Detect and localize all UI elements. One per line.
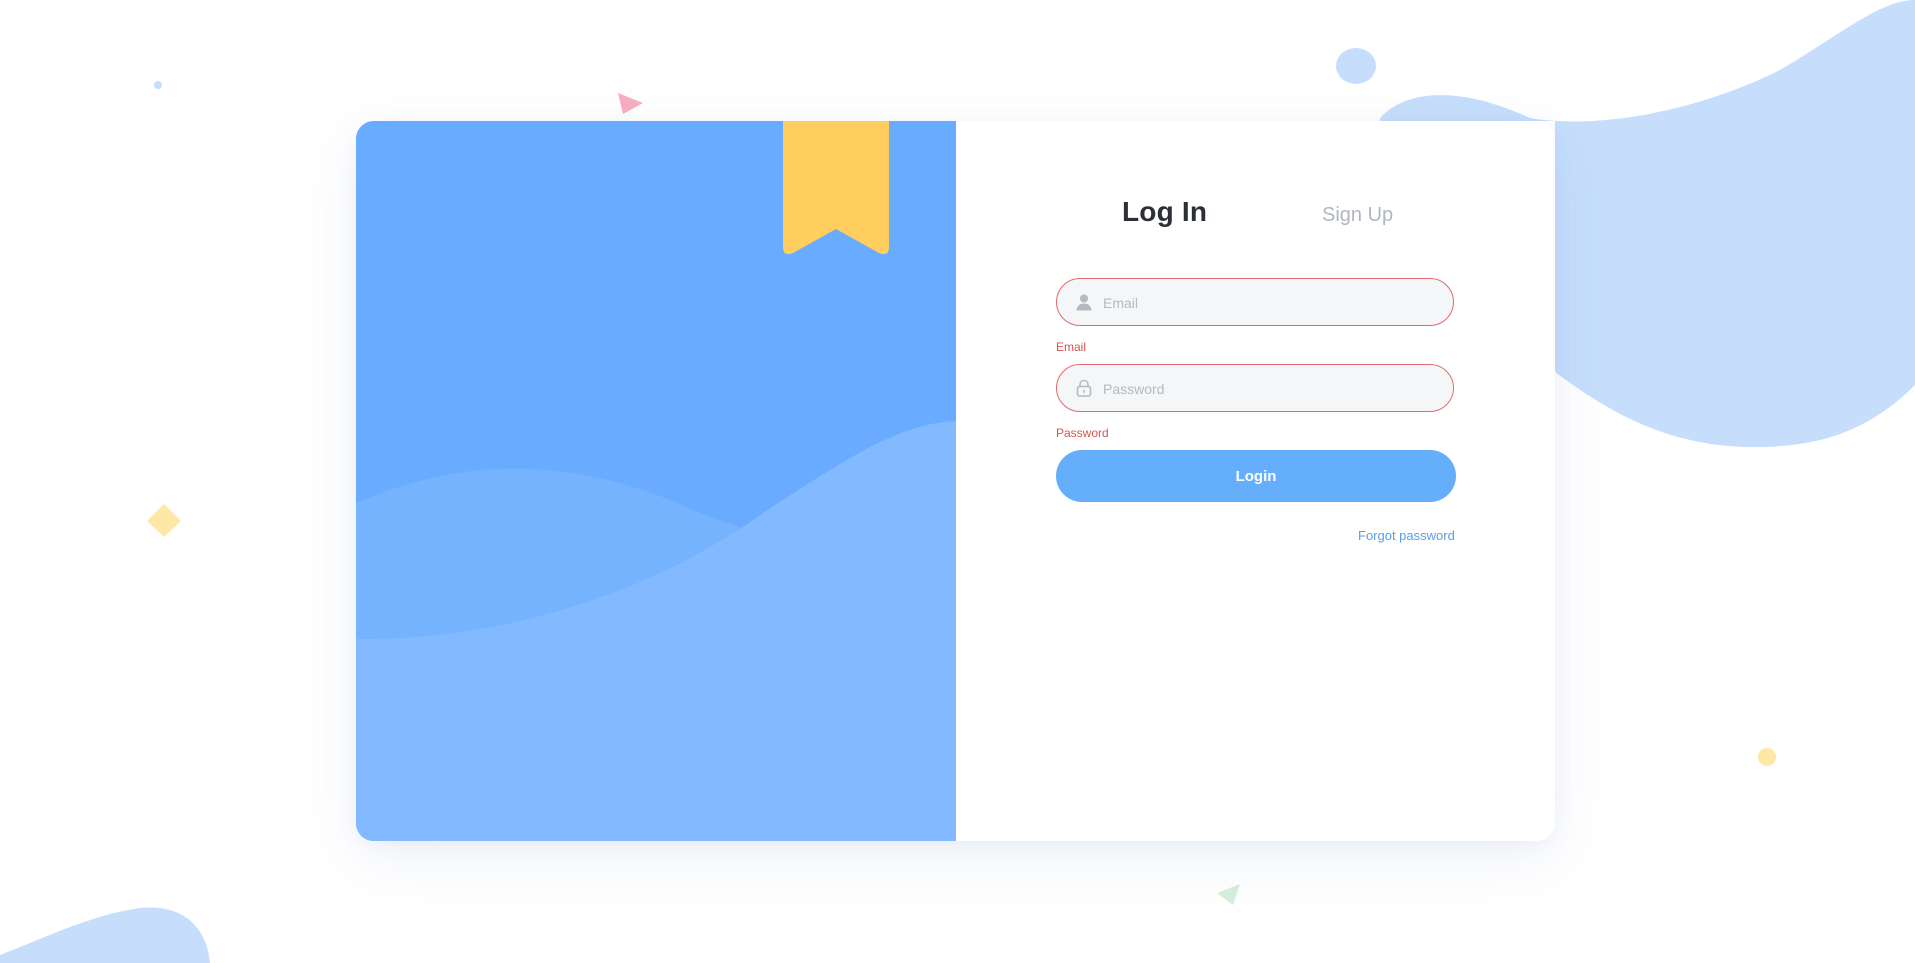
- email-field: [1056, 278, 1454, 327]
- tab-signup[interactable]: Sign Up: [1322, 204, 1393, 227]
- illustration-panel: [356, 121, 956, 841]
- green-triangle-decoration: [1217, 884, 1240, 905]
- login-button[interactable]: Login: [1056, 450, 1456, 502]
- yellow-dot-decoration: [1758, 748, 1776, 766]
- forgot-password-link[interactable]: Forgot password: [1358, 528, 1455, 543]
- small-blue-dot-decoration: [154, 81, 162, 89]
- login-card: Log In Sign Up Email Password: [356, 121, 1555, 841]
- bottom-left-blob: [0, 907, 210, 963]
- blue-dot-decoration: [1336, 48, 1376, 84]
- tab-login[interactable]: Log In: [1122, 196, 1207, 228]
- pink-triangle-decoration: [618, 93, 643, 114]
- password-error-text: Password: [1056, 426, 1109, 440]
- password-field: [1056, 364, 1454, 413]
- yellow-diamond-decoration: [147, 504, 181, 537]
- password-input[interactable]: [1101, 365, 1445, 413]
- lock-icon: [1074, 378, 1094, 398]
- user-icon: [1074, 292, 1094, 312]
- wave-illustration: [356, 121, 956, 841]
- form-panel: Log In Sign Up Email Password: [956, 121, 1555, 841]
- email-error-text: Email: [1056, 340, 1087, 354]
- email-input[interactable]: [1101, 279, 1445, 327]
